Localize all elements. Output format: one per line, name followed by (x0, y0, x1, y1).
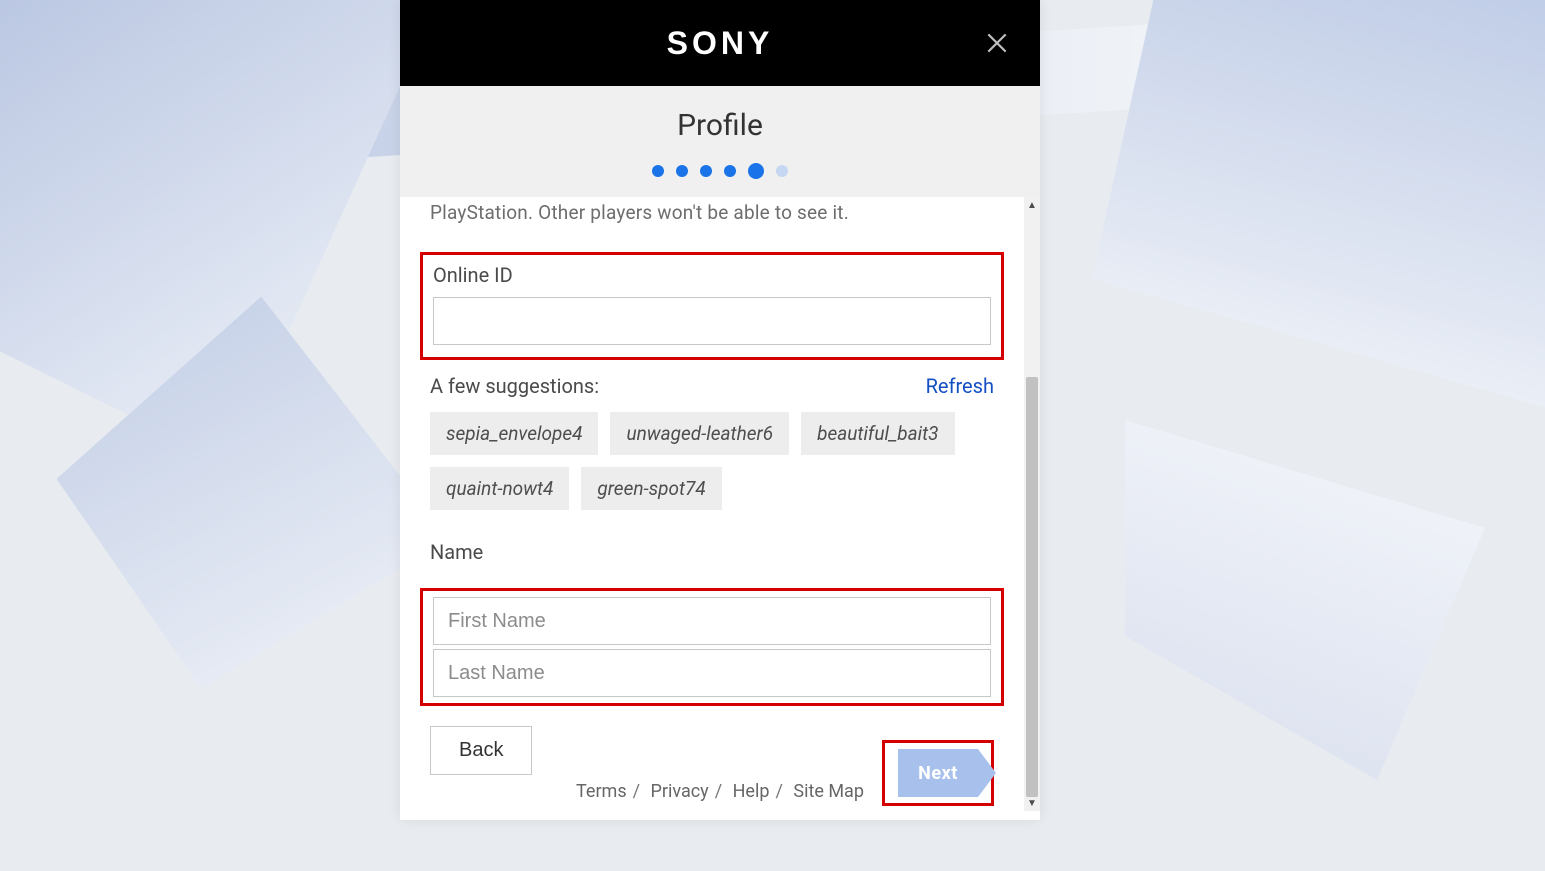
online-id-section: Online ID (420, 252, 1004, 360)
modal-body: PlayStation. Other players won't be able… (400, 197, 1024, 811)
footer-privacy-link[interactable]: Privacy (651, 781, 709, 802)
progress-steps (400, 165, 1040, 181)
last-name-input[interactable] (433, 649, 991, 697)
first-name-input[interactable] (433, 597, 991, 645)
signup-modal: SONY Profile PlayStation. Other players … (400, 0, 1040, 820)
name-label: Name (430, 540, 994, 564)
step-dot (676, 165, 688, 177)
footer-help-link[interactable]: Help (733, 781, 770, 802)
online-id-label: Online ID (433, 263, 991, 287)
scroll-up-arrow-icon[interactable]: ▲ (1024, 197, 1040, 213)
name-section (420, 588, 1004, 706)
sony-logo: SONY (667, 25, 774, 62)
suggestions-label: A few suggestions: (430, 374, 599, 398)
scroll-thumb[interactable] (1026, 377, 1038, 797)
step-dot (700, 165, 712, 177)
description-text: PlayStation. Other players won't be able… (430, 201, 994, 224)
close-button[interactable] (980, 26, 1014, 60)
modal-subheader: Profile (400, 86, 1040, 197)
page-title: Profile (400, 108, 1040, 143)
step-dot (724, 165, 736, 177)
suggestion-chips: sepia_envelope4 unwaged-leather6 beautif… (430, 412, 994, 510)
suggestion-chip[interactable]: quaint-nowt4 (430, 467, 569, 510)
online-id-input[interactable] (433, 297, 991, 345)
suggestion-chip[interactable]: sepia_envelope4 (430, 412, 598, 455)
footer-sitemap-link[interactable]: Site Map (793, 781, 864, 802)
modal-footer: Terms/ Privacy/ Help/ Site Map (400, 763, 1040, 820)
step-dot (652, 165, 664, 177)
modal-header: SONY (400, 0, 1040, 86)
suggestion-chip[interactable]: beautiful_bait3 (801, 412, 954, 455)
footer-terms-link[interactable]: Terms (576, 781, 627, 802)
close-icon (984, 30, 1010, 56)
suggestion-chip[interactable]: green-spot74 (581, 467, 721, 510)
step-dot-future (776, 165, 788, 177)
suggestion-chip[interactable]: unwaged-leather6 (610, 412, 789, 455)
step-dot-current (748, 163, 764, 179)
refresh-link[interactable]: Refresh (926, 374, 994, 398)
scrollbar[interactable]: ▲ ▼ (1024, 197, 1040, 811)
